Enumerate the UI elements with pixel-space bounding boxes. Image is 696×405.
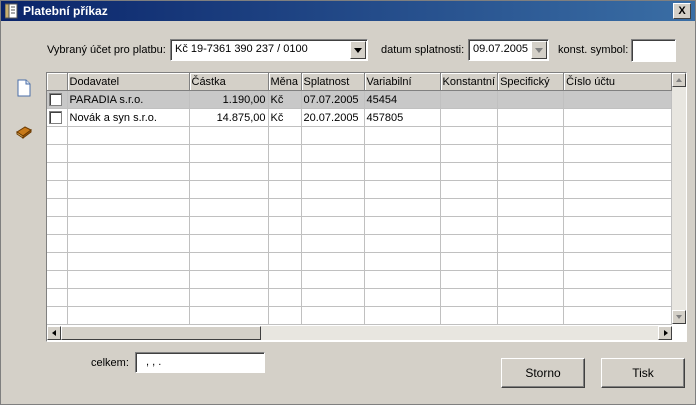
cell-specific [497, 108, 565, 127]
cell-constant [440, 108, 499, 127]
empty-row [47, 270, 673, 289]
horizontal-scroll-thumb[interactable] [61, 326, 261, 340]
cell-supplier: PARADIA s.r.o. [67, 90, 190, 109]
empty-row [47, 252, 673, 271]
column-header-supplier[interactable]: Dodavatel [67, 73, 190, 91]
column-header-account[interactable]: Číslo účtu [563, 73, 673, 91]
row-checkbox[interactable] [49, 93, 62, 106]
empty-row [47, 288, 673, 307]
cell-specific [497, 90, 565, 109]
scroll-left-button[interactable] [47, 326, 61, 340]
payments-table: Dodavatel Částka Měna Splatnost Variabil… [47, 73, 673, 325]
empty-row [47, 162, 673, 181]
account-select[interactable]: Kč 19-7361 390 237 / 0100 [170, 39, 368, 61]
column-header-amount[interactable]: Částka [189, 73, 269, 91]
header-row: Dodavatel Částka Měna Splatnost Variabil… [47, 73, 673, 91]
due-date-dropdown-button[interactable] [531, 41, 547, 59]
payment-order-window: Platební příkaz X Vybraný účet pro platb… [0, 0, 696, 405]
cell-account [563, 108, 673, 127]
cell-supplier: Novák a syn s.r.o. [67, 108, 190, 127]
column-header-specific[interactable]: Specifický [497, 73, 565, 91]
empty-row [47, 198, 673, 217]
account-dropdown-button[interactable] [350, 41, 366, 59]
close-button[interactable]: X [673, 3, 691, 19]
column-header-currency[interactable]: Měna [268, 73, 302, 91]
const-symbol-label: konst. symbol: [558, 44, 629, 56]
total-value: , , . [146, 356, 162, 368]
const-symbol-input[interactable] [631, 39, 676, 62]
scroll-right-button[interactable] [658, 326, 672, 340]
new-document-icon[interactable] [15, 79, 33, 97]
total-field: , , . [135, 352, 265, 373]
empty-row [47, 126, 673, 145]
account-label: Vybraný účet pro platbu: [47, 44, 166, 56]
scroll-down-button[interactable] [672, 310, 686, 324]
row-checkbox[interactable] [49, 111, 62, 124]
vertical-scrollbar[interactable] [672, 73, 686, 324]
due-date-value: 09.07.2005 [473, 43, 529, 55]
column-header-variable[interactable]: Variabilní [364, 73, 441, 91]
due-date-picker[interactable]: 09.07.2005 [468, 39, 549, 61]
window-title: Platební příkaz [23, 4, 108, 18]
empty-row [47, 234, 673, 253]
cell-account [563, 90, 673, 109]
cell-due: 20.07.2005 [301, 108, 365, 127]
table-row[interactable]: Novák a syn s.r.o. 14.875,00 Kč 20.07.20… [47, 108, 673, 127]
table-row[interactable]: PARADIA s.r.o. 1.190,00 Kč 07.07.2005 45… [47, 90, 673, 109]
cell-variable: 457805 [364, 108, 441, 127]
book-icon[interactable] [15, 123, 33, 141]
account-value: Kč 19-7361 390 237 / 0100 [175, 43, 308, 55]
empty-row [47, 180, 673, 199]
cell-variable: 45454 [364, 90, 441, 109]
empty-row [47, 144, 673, 163]
cancel-button[interactable]: Storno [501, 358, 585, 388]
header-select [47, 73, 68, 91]
scroll-up-button[interactable] [672, 73, 686, 87]
column-header-due[interactable]: Splatnost [301, 73, 365, 91]
empty-row [47, 306, 673, 325]
cell-constant [440, 90, 499, 109]
cell-amount: 14.875,00 [189, 108, 269, 127]
horizontal-scrollbar[interactable] [47, 326, 672, 340]
cell-amount: 1.190,00 [189, 90, 269, 109]
column-header-constant[interactable]: Konstantní [440, 73, 499, 91]
cell-due: 07.07.2005 [301, 90, 365, 109]
title-bar: Platební příkaz X [1, 1, 695, 21]
print-button[interactable]: Tisk [601, 358, 685, 388]
cell-currency: Kč [268, 108, 302, 127]
payments-grid: Dodavatel Částka Měna Splatnost Variabil… [46, 72, 687, 342]
scroll-document-icon [5, 3, 18, 19]
cell-currency: Kč [268, 90, 302, 109]
total-label: celkem: [91, 357, 129, 369]
empty-row [47, 216, 673, 235]
due-date-label: datum splatnosti: [381, 44, 465, 56]
